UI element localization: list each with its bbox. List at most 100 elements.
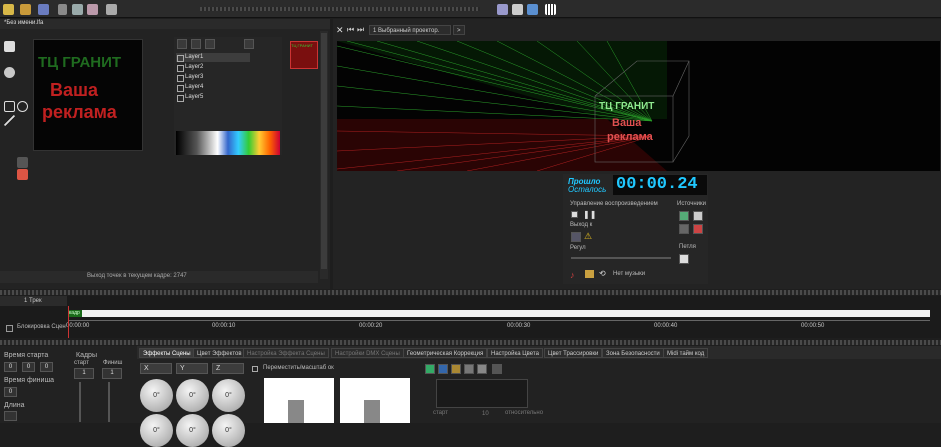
clip-label: кадр [69, 310, 80, 316]
source-icon[interactable] [693, 224, 703, 234]
start-time-minutes[interactable]: 0 [22, 362, 35, 372]
timeline-playhead[interactable] [68, 306, 69, 338]
open-icon[interactable] [20, 4, 31, 15]
finish-frame-slider[interactable] [108, 382, 110, 422]
preview-line3: реклама [42, 102, 117, 122]
paste-icon[interactable] [87, 4, 98, 15]
layer-up-icon[interactable] [191, 39, 201, 49]
frame-preview-canvas[interactable]: ТЦ ГРАНИТ Ваша реклама [33, 39, 143, 151]
rotation-knob[interactable]: 0° [176, 379, 209, 412]
time-display: 00:00.24 [613, 175, 707, 195]
scale-preview-box[interactable] [340, 378, 410, 423]
rectangle-icon[interactable] [4, 101, 15, 112]
add-layer-icon[interactable] [177, 39, 187, 49]
rotation-knob[interactable]: 0° [212, 414, 245, 447]
frame-thumbnail[interactable]: ТЦ ГРАНИТ [290, 41, 318, 69]
save-icon[interactable] [38, 4, 49, 15]
z-axis-select[interactable]: Z [212, 363, 244, 374]
settings-icon[interactable] [106, 4, 117, 15]
finish-frame-input[interactable]: 1 [102, 368, 122, 379]
tab-color-effects[interactable]: Цвет Эффектов [193, 348, 246, 358]
source-icon[interactable] [679, 224, 689, 234]
splitter[interactable] [0, 340, 941, 345]
projector-visualization[interactable]: ТЦ ГРАНИТ Ваша реклама [337, 41, 940, 171]
stop-icon[interactable] [571, 211, 578, 218]
monitor-icon[interactable] [527, 4, 538, 15]
tab-trace-color[interactable]: Цвет Трассировки [544, 348, 603, 358]
tab-geometric-correction[interactable]: Геометрическая Коррекция [403, 348, 488, 358]
rotation-knob[interactable]: 0° [176, 414, 209, 447]
rotation-knob[interactable]: 0° [140, 379, 173, 412]
rotation-knob[interactable]: 0° [140, 414, 173, 447]
length-field[interactable] [4, 411, 17, 421]
tab-scene-effect-settings[interactable]: Настройка Эффекта Сцены [243, 348, 329, 358]
timeline-ruler[interactable]: 00:00:00 00:00:10 00:00:20 00:00:30 00:0… [66, 320, 930, 334]
layer-item[interactable]: Layer2 [176, 63, 250, 72]
copy-icon[interactable] [72, 4, 83, 15]
y-axis-select[interactable]: Y [176, 363, 208, 374]
tab-midi-timecode[interactable]: Midi тайм код [663, 348, 709, 358]
scene-clip[interactable]: кадр [68, 310, 82, 317]
end-time-hours[interactable]: 0 [4, 387, 17, 397]
start-time-seconds[interactable]: 0 [40, 362, 53, 372]
loop-icon[interactable] [679, 254, 689, 264]
position-preview-box[interactable] [264, 378, 334, 423]
speed-slider[interactable] [571, 257, 671, 259]
pointer-icon[interactable] [4, 41, 15, 52]
layer-item[interactable]: Layer5 [176, 93, 250, 102]
music-icon[interactable]: ♪ [570, 270, 575, 280]
rotation-knob[interactable]: 0° [212, 379, 245, 412]
output-icon[interactable] [571, 232, 581, 242]
step-forward-icon[interactable]: ⏭ [357, 25, 364, 35]
start-frame-input[interactable]: 1 [74, 368, 94, 379]
refresh-icon[interactable]: ⟲ [599, 269, 606, 278]
step-back-icon[interactable]: ⏮ [347, 25, 354, 35]
layer-properties-icon[interactable] [244, 39, 254, 49]
tab-scene-effects[interactable]: Эффекты Сцены [139, 348, 195, 358]
start-time-hours[interactable]: 0 [4, 362, 17, 372]
tab-safety-zone[interactable]: Зона Безопасности [602, 348, 664, 358]
preview-line2: Ваша [50, 80, 99, 100]
align-icon[interactable] [497, 4, 508, 15]
eyedropper-icon[interactable] [17, 169, 28, 180]
ellipse-icon[interactable] [17, 101, 28, 112]
tab-dmx-settings[interactable]: Настройки DMX Сцены [331, 348, 404, 358]
time-remaining-label: Осталось [568, 185, 607, 194]
delete-layer-icon[interactable] [205, 39, 215, 49]
close-icon[interactable]: ✕ [336, 25, 344, 36]
effect-tool-icon[interactable] [451, 364, 461, 374]
splitter[interactable] [0, 290, 941, 295]
warning-icon[interactable]: ⚠ [584, 231, 592, 242]
x-axis-select[interactable]: X [140, 363, 172, 374]
editor-scrollbar[interactable] [320, 31, 328, 279]
timeline-track[interactable]: кадр [68, 310, 930, 317]
new-icon[interactable] [3, 4, 14, 15]
layer-item[interactable]: Layer3 [176, 73, 250, 82]
color-palette[interactable] [176, 131, 280, 155]
effect-tool-icon[interactable] [425, 364, 435, 374]
line-icon[interactable] [4, 115, 15, 126]
folder-icon[interactable] [585, 270, 594, 278]
move-scale-checkbox[interactable] [252, 366, 258, 372]
layer-item[interactable]: Layer1 [176, 53, 250, 62]
zoom-icon[interactable] [4, 67, 15, 78]
effect-tool-icon[interactable] [464, 364, 474, 374]
editor-tabbar: *Без имени.lfa [0, 19, 330, 29]
source-icon[interactable] [693, 211, 703, 221]
start-frame-slider[interactable] [79, 382, 81, 422]
effect-tool-icon[interactable] [477, 364, 487, 374]
add-tab-button[interactable]: > [453, 25, 465, 35]
piano-icon[interactable] [545, 4, 556, 15]
layer-item[interactable]: Layer4 [176, 83, 250, 92]
source-icon[interactable] [679, 211, 689, 221]
tab-projector[interactable]: 1 Выбранный проектор. [369, 25, 451, 35]
effect-tool-icon[interactable] [438, 364, 448, 374]
grid-icon[interactable] [512, 4, 523, 15]
pause-icon[interactable]: ❚❚ [583, 210, 596, 219]
more-icon[interactable] [492, 364, 502, 374]
cut-icon[interactable] [58, 4, 67, 15]
lock-scenes-checkbox[interactable] [6, 325, 13, 332]
tab-color-settings[interactable]: Настройка Цвета [487, 348, 543, 358]
text-icon[interactable] [17, 157, 28, 168]
loop-label: Петля [679, 244, 696, 250]
